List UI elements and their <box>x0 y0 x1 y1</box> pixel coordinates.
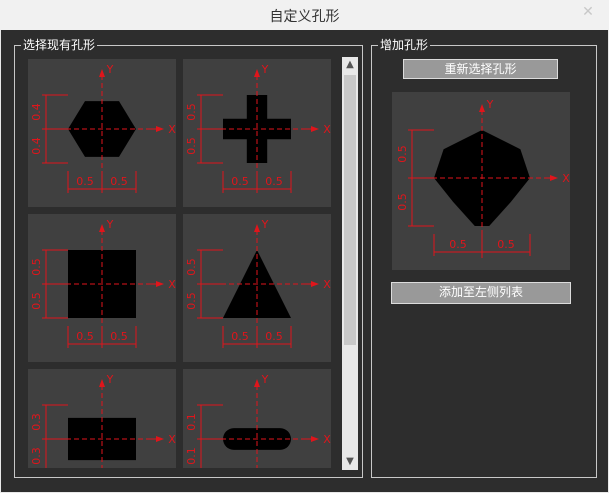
dim-label: 0.5 <box>185 258 198 276</box>
x-axis-label: X <box>168 278 176 291</box>
x-axis-arrow <box>311 436 319 442</box>
y-axis-label: Y <box>261 373 269 386</box>
y-axis-arrow <box>99 224 105 232</box>
shape-diagram: X Y 0.5 0.5 0.5 0.5 <box>30 218 176 350</box>
y-axis-label: Y <box>486 98 494 111</box>
add-shape-label: 增加孔形 <box>378 38 431 52</box>
dim-label: 0.5 <box>110 175 128 188</box>
dim-label: 0.4 <box>30 137 43 155</box>
reselect-shape-button[interactable]: 重新选择孔形 <box>403 59 558 79</box>
x-axis-arrow <box>156 436 164 442</box>
y-axis-arrow <box>99 379 105 387</box>
shape-thumb-triangle[interactable]: X Y 0.5 0.5 0.5 0.5 <box>183 214 331 362</box>
dim-label: 0.3 <box>30 413 43 431</box>
shape-diagram: X Y 0.3 0.3 <box>30 373 176 468</box>
y-axis-arrow <box>99 69 105 77</box>
existing-shapes-label: 选择现有孔形 <box>21 38 98 52</box>
shape-thumb-cross[interactable]: X Y 0.5 0.5 0.5 0.5 <box>183 59 331 207</box>
dim-label: 0.5 <box>396 145 409 163</box>
close-icon: ✕ <box>582 4 594 20</box>
dim-label: 0.5 <box>231 175 249 188</box>
shape-diagram: X Y 0.5 0.5 0.5 0.5 <box>396 98 570 258</box>
dialog-body: 选择现有孔形 X Y 0.4 0.4 0.5 0.5 X Y 0.5 0.5 0.5 0.5 X Y 0… <box>1 30 608 492</box>
x-axis-label: X <box>323 433 331 446</box>
title-bar: 自定义孔形 ✕ <box>0 0 609 30</box>
shape-diagram: X Y 0.5 0.5 0.5 0.5 <box>185 63 331 195</box>
dim-label: 0.1 <box>185 447 198 465</box>
y-axis-label: Y <box>106 218 114 231</box>
shape-thumb-rectangle[interactable]: X Y 0.5 0.5 0.5 0.5 <box>28 214 176 362</box>
y-axis-label: Y <box>106 63 114 76</box>
dim-label: 0.5 <box>185 103 198 121</box>
dim-label: 0.4 <box>30 103 43 121</box>
scroll-thumb[interactable] <box>344 75 356 345</box>
dim-label: 0.5 <box>76 175 94 188</box>
dim-label: 0.5 <box>185 137 198 155</box>
y-axis-arrow <box>254 379 260 387</box>
y-axis-arrow <box>479 104 485 112</box>
shape-diagram: X Y 0.5 0.5 0.5 0.5 <box>185 218 331 350</box>
dim-label: 0.5 <box>396 193 409 211</box>
dim-label: 0.3 <box>30 447 43 465</box>
shape-thumb-slot[interactable]: X Y 0.1 0.1 <box>183 369 331 468</box>
shape-thumb-square[interactable]: X Y 0.3 0.3 <box>28 369 176 468</box>
x-axis-arrow <box>311 126 319 132</box>
x-axis-arrow <box>156 281 164 287</box>
existing-shapes-group: 选择现有孔形 X Y 0.4 0.4 0.5 0.5 X Y 0.5 0.5 0.5 0.5 X Y 0… <box>14 38 363 478</box>
x-axis-arrow <box>156 126 164 132</box>
shape-thumb-hexagon[interactable]: X Y 0.4 0.4 0.5 0.5 <box>28 59 176 207</box>
dim-label: 0.5 <box>231 330 249 343</box>
dim-label: 0.5 <box>30 258 43 276</box>
dim-label: 0.5 <box>76 330 94 343</box>
scroll-down-button[interactable]: ▼ <box>342 454 358 470</box>
shape-list-scrollbar[interactable]: ▲ ▼ <box>342 57 358 470</box>
x-axis-label: X <box>323 123 331 136</box>
shape-preview: X Y 0.5 0.5 0.5 0.5 <box>392 92 570 270</box>
y-axis-label: Y <box>106 373 114 386</box>
y-axis-arrow <box>254 69 260 77</box>
scroll-up-button[interactable]: ▲ <box>342 57 358 73</box>
x-axis-label: X <box>168 123 176 136</box>
x-axis-label: X <box>562 172 570 185</box>
x-axis-label: X <box>168 433 176 446</box>
dim-label: 0.5 <box>265 175 283 188</box>
y-axis-label: Y <box>261 63 269 76</box>
close-button[interactable]: ✕ <box>573 2 603 22</box>
dim-label: 0.5 <box>110 330 128 343</box>
scroll-down-icon: ▼ <box>346 456 354 467</box>
y-axis-label: Y <box>261 218 269 231</box>
y-axis-arrow <box>254 224 260 232</box>
dim-label: 0.1 <box>185 413 198 431</box>
dim-label: 0.5 <box>30 292 43 310</box>
shape-diagram: X Y 0.4 0.4 0.5 0.5 <box>30 63 176 195</box>
shape-diagram: X Y 0.1 0.1 <box>185 373 331 468</box>
x-axis-label: X <box>323 278 331 291</box>
dim-label: 0.5 <box>265 330 283 343</box>
scroll-up-icon: ▲ <box>346 59 354 70</box>
add-shape-group: 增加孔形 重新选择孔形 X Y 0.5 0.5 0.5 0.5 添加至左侧列表 <box>371 38 597 478</box>
x-axis-arrow <box>311 281 319 287</box>
dim-label: 0.5 <box>497 238 515 251</box>
add-to-list-button[interactable]: 添加至左侧列表 <box>391 282 571 304</box>
x-axis-arrow <box>550 175 558 181</box>
window-title: 自定义孔形 <box>269 9 340 25</box>
dim-label: 0.5 <box>185 292 198 310</box>
dim-label: 0.5 <box>449 238 467 251</box>
